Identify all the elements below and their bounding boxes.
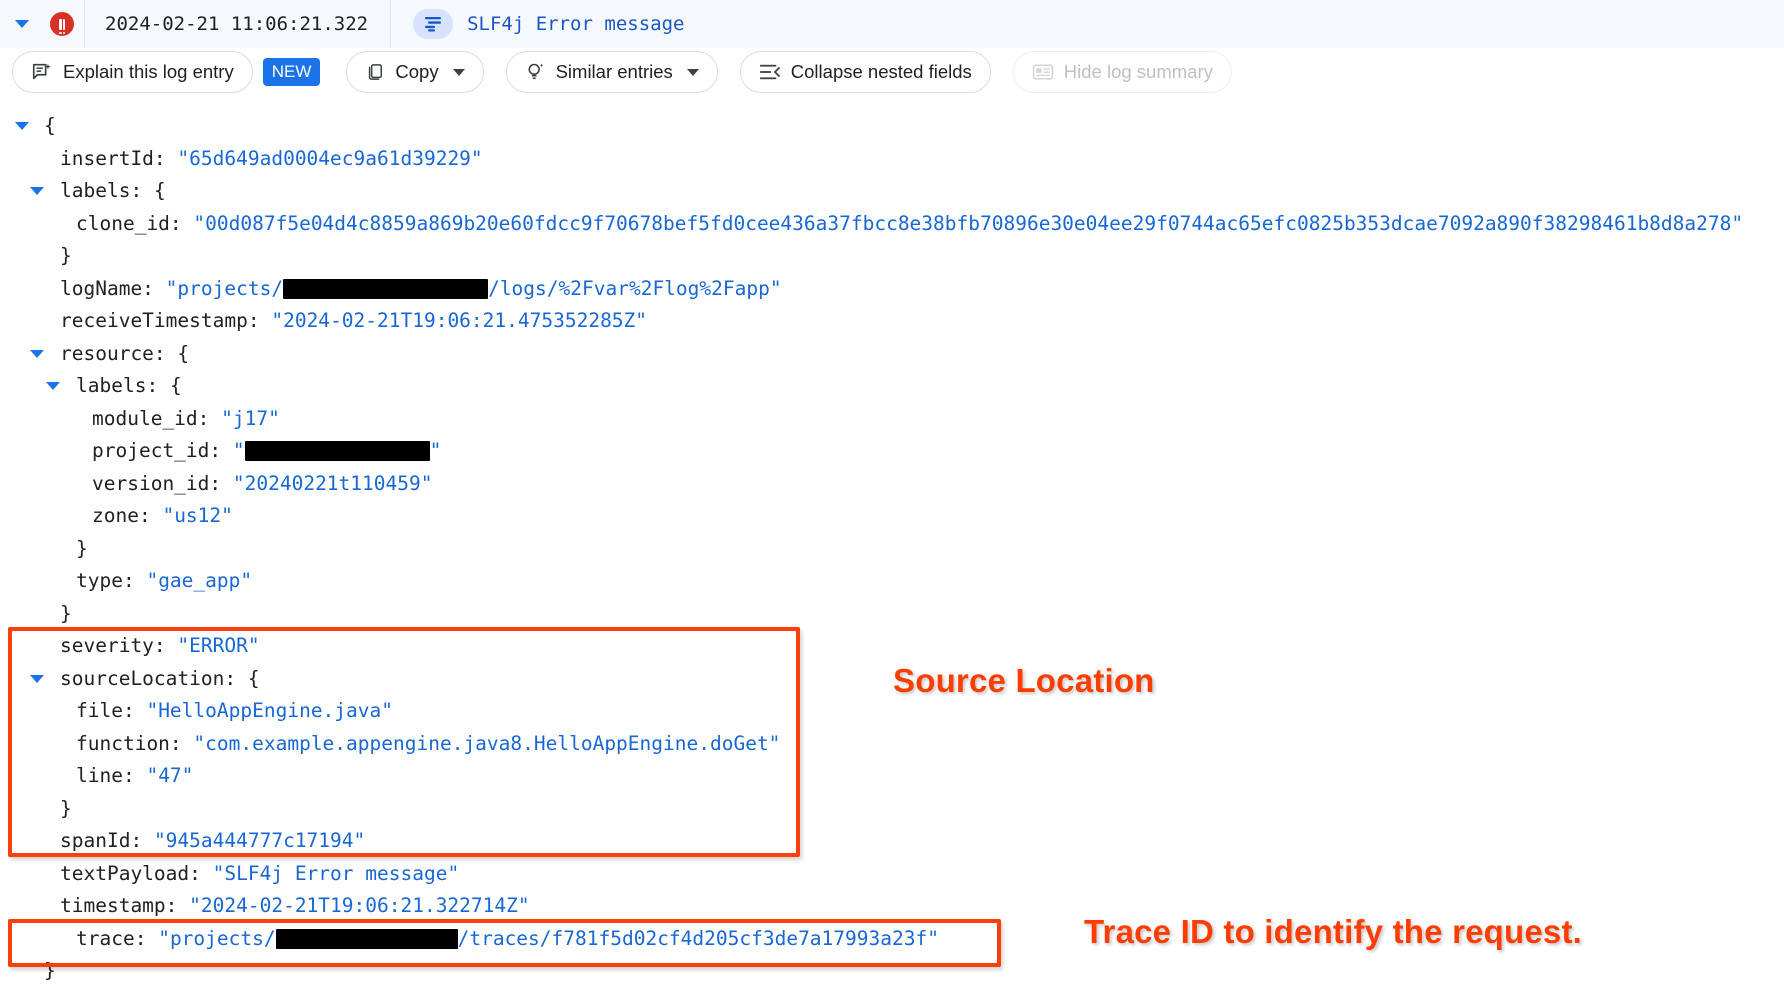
explain-icon [31,61,53,83]
log-entry-header: 2024-02-21 11:06:21.322 SLF4j Error mess… [0,0,1784,48]
json-line-logname: logName: "projects//logs/%2Fvar%2Flog%2F… [60,276,782,300]
json-line-labels: labels: { [0,175,1784,208]
redaction-block-project-id-value [244,441,430,462]
chevron-down-icon[interactable] [452,68,465,76]
json-line-module-id: module_id: "j17" [92,406,280,430]
json-line-severity: severity: "ERROR" [60,634,260,657]
copy-label: Copy [395,61,439,82]
error-severity-icon [50,12,74,36]
log-timestamp: 2024-02-21 11:06:21.322 [105,13,369,35]
json-line-project-id: project_id: " " [92,439,442,462]
new-badge[interactable]: NEW [262,57,321,87]
log-entry-json: { insertId: "65d649ad0004ec9a61d39229" l… [0,96,1784,984]
json-line-resource-labels: labels: { [0,370,1784,403]
copy-icon [365,62,385,82]
copy-button[interactable]: Copy [346,51,484,93]
similar-entries-label: Similar entries [555,61,673,82]
json-line-line: line: "47" [76,764,194,787]
collapse-triangle-sourcelocation[interactable] [30,674,44,683]
json-line-sourcelocation: sourceLocation: { [0,663,1784,696]
log-summary: SLF4j Error message [391,0,684,48]
redaction-block-project-id [283,278,489,299]
explain-group: Explain this log entry NEW [12,51,321,93]
summary-panel-icon [1032,63,1054,81]
json-line-resource: resource: { [0,338,1784,371]
collapse-triangle-root[interactable] [15,122,29,131]
annotation-trace-id: Trace ID to identify the request. [1084,913,1583,950]
collapse-triangle-resource-labels[interactable] [46,382,60,391]
json-line-version-id: version_id: "20240221t110459" [92,471,433,495]
json-line-function: function: "com.example.appengine.java8.H… [76,731,781,755]
chevron-down-icon[interactable] [15,20,29,28]
collapse-icon [759,63,781,81]
json-line-textpayload: textPayload: "SLF4j Error message" [60,861,460,885]
log-entry-toolbar: Explain this log entry NEW Copy Similar … [0,48,1784,96]
explain-log-entry-button[interactable]: Explain this log entry [12,51,253,93]
json-line-spanid: spanId: "945a444777c17194" [60,829,366,852]
expand-toggle[interactable] [4,0,40,48]
severity-indicator [40,0,84,48]
json-line-clone-id: clone_id: "00d087f5e04d4c8859a869b20e60f… [76,211,1744,235]
json-line-zone: zone: "us12" [92,504,233,527]
similar-entries-button[interactable]: Similar entries [505,51,718,93]
log-summary-text: SLF4j Error message [467,13,685,35]
json-root-open: { [0,110,1784,143]
collapse-triangle-labels[interactable] [30,187,44,196]
collapse-nested-fields-button[interactable]: Collapse nested fields [739,51,991,93]
json-root-close: } [44,959,56,982]
collapse-triangle-resource[interactable] [30,349,44,358]
json-resource-close: } [60,601,72,625]
collapse-nested-fields-label: Collapse nested fields [790,61,972,82]
annotation-source-location: Source Location [893,662,1155,699]
explain-log-entry-label: Explain this log entry [63,61,234,82]
json-labels-close: } [60,244,72,267]
hide-log-summary-label: Hide log summary [1063,61,1213,82]
chevron-down-icon[interactable] [686,68,699,76]
json-line-insertid: insertId: "65d649ad0004ec9a61d39229" [60,146,483,170]
json-line-type: type: "gae_app" [76,569,253,592]
log-summary-icon [413,9,454,39]
hide-log-summary-button: Hide log summary [1012,51,1232,93]
redaction-block-trace-project [275,928,458,949]
lightbulb-search-icon [525,61,546,83]
json-sourcelocation-close: } [60,796,72,820]
json-line-file: file: "HelloAppEngine.java" [76,699,393,722]
json-line-receivetimestamp: receiveTimestamp: "2024-02-21T19:06:21.4… [60,309,648,332]
json-resource-labels-close: } [76,536,88,560]
